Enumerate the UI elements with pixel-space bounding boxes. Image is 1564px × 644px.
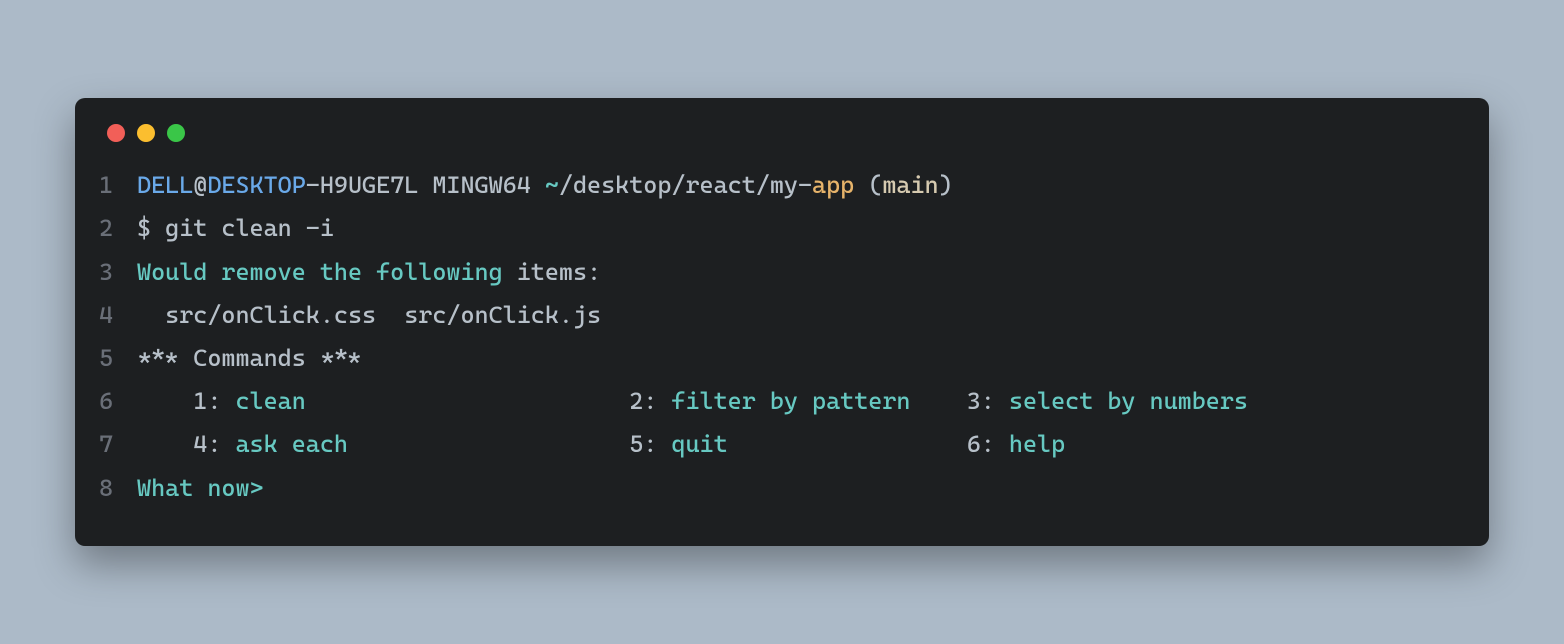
line-number: 4 [75, 294, 137, 337]
terminal-line: 1 DELL@DESKTOP-H9UGE7L MINGW64 ~/desktop… [75, 164, 1489, 207]
prompt-what-now[interactable]: What now> [137, 467, 1489, 510]
commands-row-1: 1: clean 2: filter by pattern 3: select … [137, 380, 1489, 423]
cmd-label: clean [235, 387, 305, 415]
close-icon[interactable] [107, 124, 125, 142]
line-number: 5 [75, 337, 137, 380]
terminal-window: 1 DELL@DESKTOP-H9UGE7L MINGW64 ~/desktop… [75, 98, 1489, 546]
gap [728, 430, 967, 458]
terminal-line: 3 Would remove the following items: [75, 251, 1489, 294]
gap [306, 387, 629, 415]
line-number: 3 [75, 251, 137, 294]
output-suffix: items: [503, 258, 601, 286]
cmd-label: ask each [235, 430, 348, 458]
prompt-host: DESKTOP [207, 171, 305, 199]
prompt-user: DELL [137, 171, 193, 199]
cmd-label: help [1009, 430, 1065, 458]
commands-header: *** Commands *** [137, 337, 1489, 380]
cmd-index: 1: [137, 387, 235, 415]
space [854, 171, 868, 199]
cmd-label: quit [671, 430, 727, 458]
terminal-line: 4 src/onClick.css src/onClick.js [75, 294, 1489, 337]
minimize-icon[interactable] [137, 124, 155, 142]
cmd-index: 4: [137, 430, 235, 458]
commands-row-2: 4: ask each 5: quit 6: help [137, 423, 1489, 466]
terminal-line: 5 *** Commands *** [75, 337, 1489, 380]
tilde: ~ [545, 171, 559, 199]
prompt-host-suffix: H9UGE7L MINGW64 [320, 171, 545, 199]
gap [910, 387, 966, 415]
prompt-line: DELL@DESKTOP-H9UGE7L MINGW64 ~/desktop/r… [137, 164, 1489, 207]
cmd-label: filter by pattern [671, 387, 910, 415]
terminal-output[interactable]: 1 DELL@DESKTOP-H9UGE7L MINGW64 ~/desktop… [75, 164, 1489, 510]
output-prefix: Would remove the following [137, 258, 503, 286]
cmd-index: 3: [967, 387, 1009, 415]
output-text: Would remove the following items: [137, 251, 1489, 294]
command-text: $ git clean -i [137, 207, 1489, 250]
cmd-label: select by numbers [1009, 387, 1248, 415]
cmd-index: 2: [629, 387, 671, 415]
cmd-index: 6: [967, 430, 1009, 458]
at-symbol: @ [193, 171, 207, 199]
line-number: 7 [75, 423, 137, 466]
paren-close: ) [939, 171, 953, 199]
line-number: 2 [75, 207, 137, 250]
line-number: 1 [75, 164, 137, 207]
app-segment: app [812, 171, 854, 199]
titlebar [75, 124, 1489, 164]
cmd-index: 5: [629, 430, 671, 458]
terminal-line: 2 $ git clean -i [75, 207, 1489, 250]
file-list: src/onClick.css src/onClick.js [137, 294, 1489, 337]
terminal-line: 8 What now> [75, 467, 1489, 510]
terminal-line: 6 1: clean 2: filter by pattern 3: selec… [75, 380, 1489, 423]
path: /desktop/react/my- [559, 171, 812, 199]
branch-name: main [882, 171, 938, 199]
line-number: 8 [75, 467, 137, 510]
terminal-line: 7 4: ask each 5: quit 6: help [75, 423, 1489, 466]
maximize-icon[interactable] [167, 124, 185, 142]
gap [348, 430, 629, 458]
line-number: 6 [75, 380, 137, 423]
dash: - [306, 171, 320, 199]
paren-open: ( [868, 171, 882, 199]
